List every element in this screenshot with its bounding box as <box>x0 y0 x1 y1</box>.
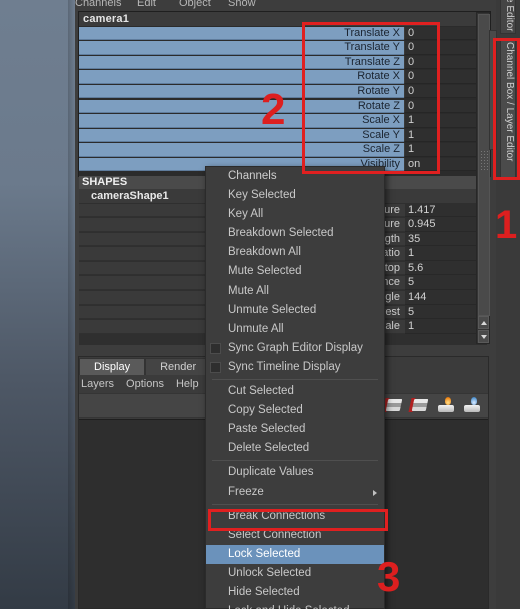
tab-render[interactable]: Render <box>145 358 212 375</box>
menu-channels[interactable]: Channels <box>75 0 121 9</box>
channel-row[interactable]: Translate Y 0 <box>79 41 487 56</box>
viewport-background <box>0 0 75 609</box>
channel-row[interactable]: Translate Z 0 <box>79 55 487 70</box>
menu-item-break-connections[interactable]: Break Connections <box>206 507 384 526</box>
menu-item-freeze[interactable]: Freeze <box>206 483 384 502</box>
side-tab-main-label: Channel Box / Layer Editor <box>504 42 515 162</box>
channelbox-node-name[interactable]: camera1 <box>79 12 483 26</box>
annotation-number-2: 2 <box>261 85 286 134</box>
menu-item-channels[interactable]: Channels <box>206 167 384 186</box>
menu-separator <box>212 460 378 462</box>
menu-item-hide-selected[interactable]: Hide Selected <box>206 583 384 602</box>
menu-item-label: Sync Graph Editor Display <box>228 341 363 354</box>
shape-attr-value[interactable]: 1 <box>404 320 487 334</box>
checkbox-icon[interactable] <box>210 361 221 373</box>
menu-edit[interactable]: Edit <box>137 0 156 9</box>
channel-value[interactable]: 0 <box>404 84 487 99</box>
menu-show[interactable]: Show <box>228 0 256 9</box>
new-layer-from-selected-icon[interactable] <box>408 397 430 415</box>
shape-attr-value[interactable]: 1 <box>404 247 487 261</box>
new-layer-icon[interactable] <box>382 397 404 415</box>
checkbox-icon[interactable] <box>210 342 221 354</box>
channel-name: Rotate Z <box>79 99 404 113</box>
submenu-arrow-icon <box>373 489 377 496</box>
shape-attr-value[interactable]: 144 <box>404 291 487 305</box>
shape-attr-value[interactable]: 5 <box>404 276 487 291</box>
menu-item-unmute-selected[interactable]: Unmute Selected <box>206 301 384 320</box>
menu-item-unmute-all[interactable]: Unmute All <box>206 320 384 339</box>
shape-attr-value[interactable]: 35 <box>404 232 487 247</box>
menu-item-breakdown-selected[interactable]: Breakdown Selected <box>206 224 384 243</box>
channel-value[interactable]: 1 <box>404 114 487 128</box>
menu-item-key-selected[interactable]: Key Selected <box>206 186 384 205</box>
menu-item-label: Freeze <box>228 485 264 498</box>
viewport-edge <box>68 0 75 609</box>
channel-value[interactable]: on <box>404 157 487 172</box>
channel-value[interactable]: 0 <box>404 70 487 84</box>
side-tab-attribute-editor[interactable]: e Editor <box>500 0 516 34</box>
channel-name: Scale Z <box>79 143 404 157</box>
channel-row[interactable]: Rotate X 0 <box>79 70 487 85</box>
menu-object[interactable]: Object <box>179 0 211 9</box>
menu-options[interactable]: Options <box>126 377 164 392</box>
menu-item-mute-all[interactable]: Mute All <box>206 282 384 301</box>
shape-attr-value[interactable]: 1.417 <box>404 203 487 218</box>
menu-help[interactable]: Help <box>176 377 199 392</box>
channel-name: Scale X <box>79 114 404 128</box>
menu-item-sync-graph-editor-display[interactable]: Sync Graph Editor Display <box>206 339 384 358</box>
scroll-up-icon[interactable] <box>478 316 489 329</box>
menu-item-breakdown-all[interactable]: Breakdown All <box>206 243 384 262</box>
menu-item-cut-selected[interactable]: Cut Selected <box>206 382 384 401</box>
layer-editor-menubar: Layers Options Help <box>81 377 199 392</box>
annotation-number-1: 1 <box>495 203 518 247</box>
scroll-down-icon[interactable] <box>478 330 489 343</box>
channel-name: Translate Y <box>79 41 404 55</box>
menu-separator <box>212 503 378 505</box>
menu-item-key-all[interactable]: Key All <box>206 205 384 224</box>
menu-item-mute-selected[interactable]: Mute Selected <box>206 262 384 281</box>
menu-separator <box>212 379 378 381</box>
channelbox-context-menu: Channels Key Selected Key All Breakdown … <box>205 166 385 609</box>
menu-item-unlock-selected[interactable]: Unlock Selected <box>206 564 384 583</box>
tab-display[interactable]: Display <box>79 358 146 375</box>
channel-name: Translate X <box>79 26 404 40</box>
channel-value[interactable]: 0 <box>404 41 487 55</box>
channel-value[interactable]: 0 <box>404 99 487 113</box>
channel-value[interactable]: 1 <box>404 128 487 143</box>
menu-layers[interactable]: Layers <box>81 377 114 392</box>
side-slider[interactable] <box>489 30 497 150</box>
side-tab-channelbox-layereditor[interactable]: Channel Box / Layer Editor <box>500 38 516 178</box>
menu-item-paste-selected[interactable]: Paste Selected <box>206 420 384 439</box>
menu-item-lock-and-hide-selected[interactable]: Lock and Hide Selected <box>206 602 384 609</box>
annotation-number-3: 3 <box>377 553 401 600</box>
menu-item-select-connection[interactable]: Select Connection <box>206 526 384 545</box>
channel-name: Rotate X <box>79 70 404 84</box>
layer-playback-icon[interactable] <box>462 397 482 415</box>
menu-item-delete-selected[interactable]: Delete Selected <box>206 439 384 458</box>
channel-row[interactable]: Translate X 0 <box>79 26 487 41</box>
menu-item-label: Sync Timeline Display <box>228 360 341 373</box>
channel-row[interactable]: Scale Z 1 <box>79 143 487 158</box>
shape-attr-value[interactable]: 5.6 <box>404 261 487 276</box>
channelbox-scrollbar[interactable] <box>476 12 490 344</box>
channel-value[interactable]: 0 <box>404 55 487 70</box>
shape-attr-value[interactable]: 5 <box>404 305 487 320</box>
layer-toolbar-icons <box>382 397 482 415</box>
shape-attr-value[interactable]: 0.945 <box>404 218 487 232</box>
screen-root: Channels Edit Object Show camera1 Transl… <box>0 0 520 609</box>
menu-item-duplicate-values[interactable]: Duplicate Values <box>206 463 384 482</box>
menu-item-lock-selected[interactable]: Lock Selected <box>206 544 384 564</box>
side-tab-top-label: e Editor <box>504 0 515 32</box>
channel-name: Rotate Y <box>79 84 404 99</box>
channel-value[interactable]: 0 <box>404 26 487 40</box>
channel-value[interactable]: 1 <box>404 143 487 157</box>
menu-item-copy-selected[interactable]: Copy Selected <box>206 401 384 420</box>
layer-visibility-icon[interactable] <box>436 397 456 415</box>
channel-name: Translate Z <box>79 55 404 70</box>
channel-name: Scale Y <box>79 128 404 143</box>
panel-grip[interactable] <box>480 150 488 172</box>
menu-item-sync-timeline-display[interactable]: Sync Timeline Display <box>206 358 384 377</box>
